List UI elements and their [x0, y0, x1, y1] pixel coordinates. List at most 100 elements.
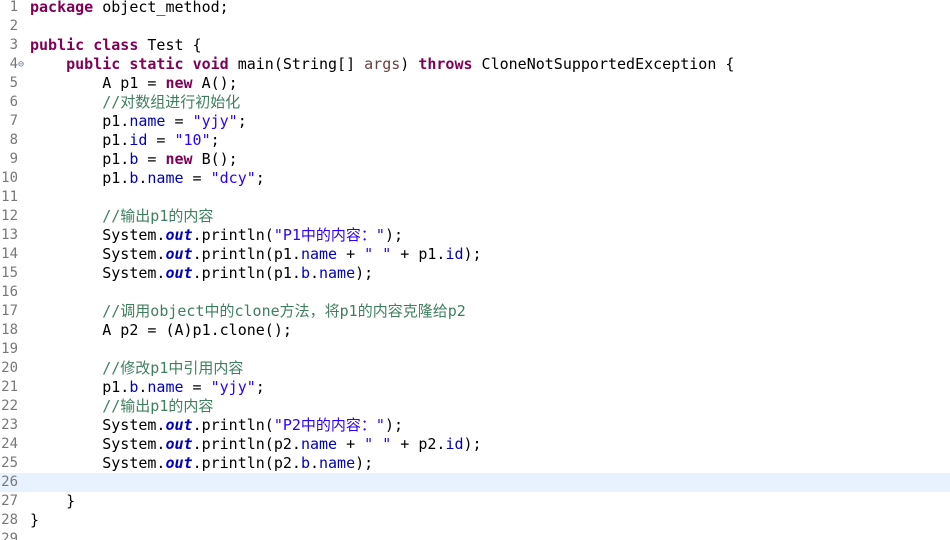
code-line[interactable]: 8 p1.id = "10"; [0, 131, 950, 150]
token-plain: System. [30, 435, 166, 453]
code-line[interactable]: 3 public class Test { [0, 36, 950, 55]
code-text: package object_method; [30, 0, 229, 17]
token-static: out [165, 416, 193, 434]
code-line[interactable]: 7 p1.name = "yjy"; [0, 112, 950, 131]
token-plain: ; [237, 112, 247, 130]
code-text: System.out.println(p2.b.name); [30, 454, 373, 473]
code-text: //修改p1中引用内容 [30, 359, 243, 378]
code-line[interactable]: 6 //对数组进行初始化 [0, 93, 950, 112]
token-plain: .println(p1. [192, 264, 301, 282]
token-plain: Test { [138, 36, 202, 54]
token-str: "yjy" [192, 112, 238, 130]
code-text: p1.id = "10"; [30, 131, 219, 150]
token-kw: package [30, 0, 94, 16]
token-static: out [165, 435, 193, 453]
code-text: //输出p1的内容 [30, 207, 213, 226]
token-str: "dcy" [210, 169, 256, 187]
code-text: } [30, 492, 75, 511]
token-field: b [300, 454, 310, 472]
token-kw: void [192, 55, 229, 73]
code-line[interactable]: 20 //修改p1中引用内容 [0, 359, 950, 378]
line-number: 15 [1, 265, 18, 281]
code-line[interactable]: 14 System.out.println(p1.name + " " + p1… [0, 245, 950, 264]
token-plain: = [183, 378, 211, 396]
token-plain: ); [384, 416, 404, 434]
token-plain: A(); [192, 74, 238, 92]
token-plain: = [165, 112, 193, 130]
code-text: A p2 = (A)p1.clone(); [30, 321, 292, 340]
code-text: System.out.println(p1.b.name); [30, 264, 373, 283]
code-line[interactable]: 17 //调用object中的clone方法，将p1的内容克隆给p2 [0, 302, 950, 321]
token-field: id [129, 131, 148, 149]
token-field: name [319, 454, 356, 472]
fold-collapse-icon[interactable]: ⊖ [18, 55, 24, 74]
line-number: 17 [1, 303, 18, 319]
token-str: "P2中的内容：" [273, 416, 385, 434]
token-plain: .println(p2. [192, 454, 301, 472]
code-line[interactable]: 21 p1.b.name = "yjy"; [0, 378, 950, 397]
token-plain: System. [30, 264, 166, 282]
line-number: 23 [1, 417, 18, 433]
code-line[interactable]: 9 p1.b = new B(); [0, 150, 950, 169]
code-line[interactable]: 4 ⊖ public static void main(String[] args… [0, 55, 950, 74]
token-plain: ; [255, 378, 265, 396]
code-text: p1.b.name = "yjy"; [30, 378, 265, 397]
code-line[interactable]: 29 [0, 530, 950, 540]
code-line[interactable]: 18 A p2 = (A)p1.clone(); [0, 321, 950, 340]
token-plain: } [30, 511, 40, 529]
code-line[interactable]: 11 [0, 188, 950, 207]
code-line[interactable]: 15 System.out.println(p1.b.name); [0, 264, 950, 283]
code-line[interactable]: 12 //输出p1的内容 [0, 207, 950, 226]
token-plain: + p2. [391, 435, 446, 453]
line-number: 24 [1, 436, 18, 452]
line-number: 4 [9, 56, 18, 72]
token-plain: main(String[] [228, 55, 365, 73]
token-kw: throws [418, 55, 473, 73]
line-number: 8 [9, 132, 18, 148]
token-plain: A p2 = (A)p1.clone(); [30, 321, 292, 339]
token-plain: System. [30, 245, 166, 263]
token-field: name [319, 264, 356, 282]
token-plain: CloneNotSupportedException { [472, 55, 735, 73]
token-cmt: //对数组进行初始化 [102, 93, 241, 111]
line-number: 16 [1, 284, 18, 300]
code-line[interactable]: 13 System.out.println("P1中的内容："); [0, 226, 950, 245]
token-plain: . [309, 454, 319, 472]
line-number: 3 [9, 37, 18, 53]
token-plain: System. [30, 416, 166, 434]
code-line[interactable]: 27 } [0, 492, 950, 511]
code-line[interactable]: 24 System.out.println(p2.name + " " + p2… [0, 435, 950, 454]
code-line[interactable]: 1 package object_method; [0, 0, 950, 17]
code-line[interactable]: 23 System.out.println("P2中的内容："); [0, 416, 950, 435]
line-number: 9 [9, 151, 18, 167]
code-text: A p1 = new A(); [30, 74, 238, 93]
token-plain: p1. [30, 131, 130, 149]
code-editor[interactable]: 1 package object_method; 2 3 public class Te… [0, 0, 950, 540]
token-field: b [300, 264, 310, 282]
code-line[interactable]: 5 A p1 = new A(); [0, 74, 950, 93]
code-line[interactable]: 2 [0, 17, 950, 36]
code-line[interactable]: 25 System.out.println(p2.b.name); [0, 454, 950, 473]
code-text: //对数组进行初始化 [30, 93, 240, 112]
token-plain: ) [400, 55, 419, 73]
code-text: p1.name = "yjy"; [30, 112, 247, 131]
token-plain: p1. [30, 378, 130, 396]
line-number: 14 [1, 246, 18, 262]
code-line[interactable]: 22 //输出p1的内容 [0, 397, 950, 416]
code-line[interactable]: 19 [0, 340, 950, 359]
token-cmt: //输出p1的内容 [102, 397, 214, 415]
code-line[interactable]: 10 p1.b.name = "dcy"; [0, 169, 950, 188]
code-line[interactable]: 26 [0, 473, 950, 492]
token-plain: p1. [30, 169, 130, 187]
token-plain: System. [30, 226, 166, 244]
code-line[interactable]: 16 [0, 283, 950, 302]
code-text: public class Test { [30, 36, 202, 55]
token-field: name [129, 112, 166, 130]
token-plain: . [309, 264, 319, 282]
token-plain: .println( [192, 226, 274, 244]
code-line[interactable]: 28} [0, 511, 950, 530]
token-plain: p1. [30, 112, 130, 130]
